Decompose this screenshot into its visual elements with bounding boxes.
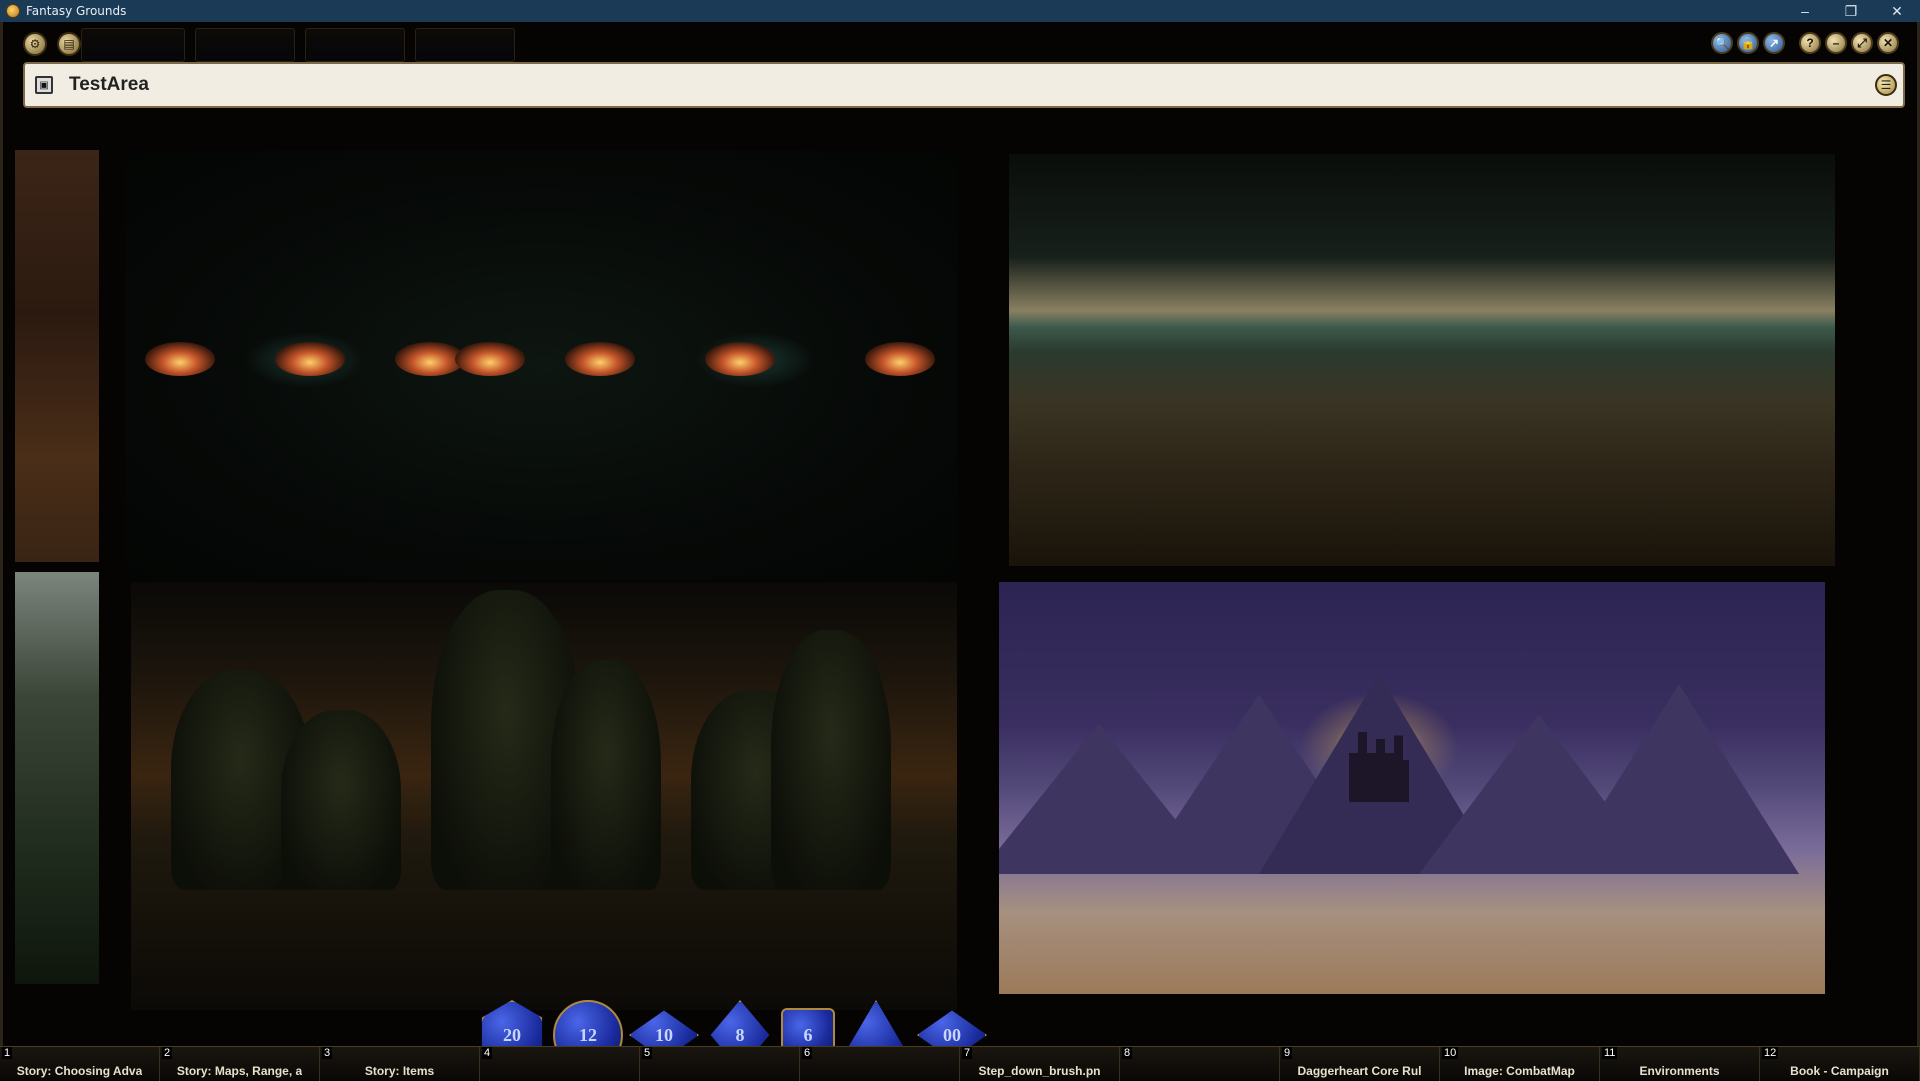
desktop-workspace: ⚙ ▤ 🔍 🔒 ↗ ? – ⤢ ✕ ▣ TestArea ☰ 20 12 10 … <box>0 22 1920 1080</box>
window-tools: 🔍 🔒 ↗ ? – ⤢ ✕ <box>1711 32 1899 54</box>
hotkey-slot-2[interactable]: 2 Story: Maps, Range, a <box>160 1047 320 1081</box>
hotkey-slot-7[interactable]: 7 Step_down_brush.pn <box>960 1047 1120 1081</box>
castle-ruin <box>1349 732 1409 802</box>
toolbar-slot[interactable] <box>81 28 185 62</box>
map-panel-cave[interactable] <box>125 150 957 580</box>
hotkey-slot-3[interactable]: 3 Story: Items <box>320 1047 480 1081</box>
hotkey-label: Environments <box>1639 1064 1720 1078</box>
tree <box>281 710 401 890</box>
fantasy-grounds-logo-icon <box>6 4 20 18</box>
os-minimize-button[interactable]: – <box>1782 0 1828 22</box>
toolbar-slot[interactable] <box>305 28 405 62</box>
hotkey-number: 7 <box>962 1047 973 1059</box>
cave-fire <box>865 342 935 376</box>
hotkey-slot-10[interactable]: 10 Image: CombatMap <box>1440 1047 1600 1081</box>
hotkey-slot-9[interactable]: 9 Daggerheart Core Rul <box>1280 1047 1440 1081</box>
os-window-title: Fantasy Grounds <box>26 4 127 18</box>
hotkey-label: Book - Campaign <box>1790 1064 1889 1078</box>
map-panel-mountains[interactable] <box>999 582 1825 994</box>
cave-fire <box>565 342 635 376</box>
cave-fire <box>145 342 215 376</box>
hotkey-label: Story: Choosing Adva <box>16 1064 143 1078</box>
menu-icon[interactable]: ☰ <box>1875 74 1897 96</box>
hotkey-number: 8 <box>1122 1047 1133 1059</box>
os-close-button[interactable]: ✕ <box>1874 0 1920 22</box>
hotkey-number: 6 <box>802 1047 813 1059</box>
os-restore-button[interactable]: ❐ <box>1828 0 1874 22</box>
zoom-icon[interactable]: 🔍 <box>1711 32 1733 54</box>
map-panel-forest[interactable] <box>131 582 957 1010</box>
image-window-icon[interactable]: ▣ <box>35 76 53 94</box>
library-icon[interactable]: ▤ <box>57 32 81 56</box>
hotkey-label: Image: CombatMap <box>1464 1064 1575 1078</box>
hotkey-slot-12[interactable]: 12 Book - Campaign <box>1760 1047 1920 1081</box>
tree <box>771 630 891 890</box>
hotkey-slot-6[interactable]: 6 <box>800 1047 960 1081</box>
hotkey-slot-8[interactable]: 8 <box>1120 1047 1280 1081</box>
hotkey-number: 2 <box>162 1047 173 1059</box>
hotkey-slot-1[interactable]: 1 Story: Choosing Adva <box>0 1047 160 1081</box>
image-window-header[interactable]: ▣ TestArea ☰ <box>23 62 1905 108</box>
hotkey-number: 5 <box>642 1047 653 1059</box>
minimize-icon[interactable]: – <box>1825 32 1847 54</box>
hotkey-slot-11[interactable]: 11 Environments <box>1600 1047 1760 1081</box>
hotkey-slot-4[interactable]: 4 <box>480 1047 640 1081</box>
os-titlebar: Fantasy Grounds – ❐ ✕ <box>0 0 1920 22</box>
cave-fire <box>705 342 775 376</box>
expand-icon[interactable]: ⤢ <box>1851 32 1873 54</box>
hotkey-number: 10 <box>1442 1047 1459 1059</box>
hotkey-bar: 1 Story: Choosing Adva 2 Story: Maps, Rang… <box>0 1046 1920 1081</box>
toolbar-slot[interactable] <box>195 28 295 62</box>
hotkey-number: 1 <box>2 1047 13 1059</box>
options-icon[interactable]: ⚙ <box>23 32 47 56</box>
hotkey-slot-5[interactable]: 5 <box>640 1047 800 1081</box>
hotkey-number: 9 <box>1282 1047 1293 1059</box>
map-panel-left-bottom[interactable] <box>15 572 99 984</box>
mountain <box>1559 684 1799 874</box>
hotkey-label: Step_down_brush.pn <box>978 1064 1101 1078</box>
tree <box>551 660 661 890</box>
image-window-title: TestArea <box>69 74 149 95</box>
lock-icon[interactable]: 🔒 <box>1737 32 1759 54</box>
help-icon[interactable]: ? <box>1799 32 1821 54</box>
hotkey-label: Story: Maps, Range, a <box>176 1064 303 1078</box>
map-panel-plains[interactable] <box>1009 154 1835 566</box>
hotkey-number: 12 <box>1762 1047 1779 1059</box>
cave-fire <box>455 342 525 376</box>
share-icon[interactable]: ↗ <box>1763 32 1785 54</box>
hotkey-number: 11 <box>1602 1047 1618 1059</box>
map-panel-left-top[interactable] <box>15 150 99 562</box>
cave-fire <box>275 342 345 376</box>
hotkey-number: 3 <box>322 1047 333 1059</box>
close-icon[interactable]: ✕ <box>1877 32 1899 54</box>
toolbar-slot[interactable] <box>415 28 515 62</box>
hotkey-label: Story: Items <box>364 1064 435 1078</box>
hotkey-number: 4 <box>482 1047 493 1059</box>
hotkey-label: Daggerheart Core Rul <box>1297 1064 1422 1078</box>
